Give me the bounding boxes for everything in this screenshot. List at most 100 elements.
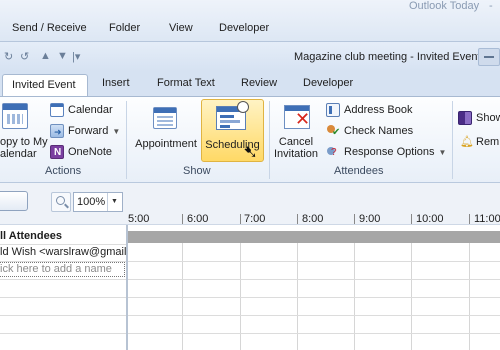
zoom-icon[interactable]	[51, 192, 71, 212]
undo-icon[interactable]: ↺	[20, 50, 29, 63]
time-label: 7:00	[244, 213, 266, 225]
actions-group-label: Actions	[45, 165, 82, 177]
onenote-icon: N	[50, 145, 64, 159]
time-label: 5:00	[128, 213, 150, 225]
all-attendees-busy-band	[128, 231, 500, 243]
show-as-icon	[458, 111, 472, 125]
row-divider	[0, 244, 127, 245]
check-names-button[interactable]: ✔ Check Names	[326, 122, 413, 140]
customize-toolbar-icon[interactable]: |▾	[72, 50, 80, 63]
zoom-select[interactable]: 100% ▼	[73, 192, 123, 212]
row-divider	[0, 315, 127, 316]
group-separator	[269, 101, 270, 179]
forward-dropdown-icon[interactable]: ▼	[112, 127, 120, 136]
calendar-icon	[50, 103, 64, 117]
address-book-icon	[326, 103, 340, 117]
time-label: 6:00	[187, 213, 209, 225]
tab-format-text[interactable]: Format Text	[157, 77, 215, 89]
copy-to-my-calendar-button[interactable]: opy to My alendar	[0, 136, 48, 160]
tab-invited-event-label: Invited Event	[12, 79, 76, 91]
tab-review[interactable]: Review	[241, 77, 277, 89]
previous-item-icon[interactable]: ▲	[40, 50, 51, 62]
attendee-pane-divider[interactable]	[126, 225, 128, 350]
mouse-cursor-icon: ➷	[243, 142, 259, 162]
cancel-invitation-line2: Invitation	[273, 148, 319, 160]
outer-window-bar: Outlook Today - Send / Receive Folder Vi…	[0, 0, 500, 42]
scheduling-icon	[216, 101, 249, 130]
show-as-label: Show	[476, 112, 500, 124]
tab-insert[interactable]: Insert	[102, 77, 130, 89]
ribbon-tab-bar: Invited Event Insert Format Text Review …	[0, 72, 500, 97]
outer-tab-developer[interactable]: Developer	[219, 22, 269, 34]
add-name-placeholder: ick here to add a name	[0, 263, 112, 275]
time-tick	[182, 214, 183, 224]
time-tick	[297, 214, 298, 224]
outer-tab-folder[interactable]: Folder	[109, 22, 140, 34]
reminder-bell-icon: 🔔︎	[460, 136, 474, 148]
response-options-icon: ?	[326, 145, 340, 159]
minimize-button[interactable]	[478, 48, 500, 66]
outer-tab-send-receive[interactable]: Send / Receive	[12, 22, 87, 34]
group-separator	[452, 101, 453, 179]
group-separator	[126, 101, 127, 179]
row-divider	[0, 297, 127, 298]
meeting-window: ↻ ↺ ▲ ▼ |▾ Magazine club meeting - Invit…	[0, 42, 500, 350]
onenote-label: OneNote	[68, 146, 113, 158]
tab-developer[interactable]: Developer	[303, 77, 353, 89]
time-tick	[354, 214, 355, 224]
outer-window-title: Outlook Today	[409, 0, 480, 12]
ribbon: opy to My alendar Calendar ➜ Forward ▼ N	[0, 96, 500, 183]
grid-row-line	[128, 315, 500, 316]
check-names-icon: ✔	[326, 124, 340, 138]
reminder-button[interactable]: 🔔︎ Rem	[458, 133, 499, 151]
row-divider	[0, 279, 127, 280]
forward-button[interactable]: ➜ Forward ▼	[50, 122, 120, 140]
calendar-button[interactable]: Calendar	[50, 101, 113, 119]
response-options-dropdown-icon[interactable]: ▼	[439, 148, 447, 157]
appointment-button[interactable]: Appointment	[131, 138, 201, 150]
appointment-label: Appointment	[135, 138, 197, 150]
outer-title-separator: -	[489, 0, 493, 12]
window-title: Magazine club meeting - Invited Event	[294, 51, 481, 63]
time-label: 10:00	[416, 213, 444, 225]
show-group-label: Show	[183, 165, 211, 177]
copy-to-calendar-icon	[2, 103, 28, 129]
calendar-label: Calendar	[68, 104, 113, 116]
copy-to-my-calendar-line2: alendar	[0, 148, 37, 160]
address-book-label: Address Book	[344, 104, 413, 116]
grid-row-line	[128, 261, 500, 262]
cancel-invitation-icon: ✕	[284, 105, 310, 129]
zoom-value: 100%	[77, 196, 106, 208]
scheduling-assistant: 100% ▼ 5:00 6:00 7:00 8:00 9:00 10:00 11…	[0, 183, 500, 350]
time-tick	[411, 214, 412, 224]
outer-tab-view[interactable]: View	[169, 22, 193, 34]
send-button-partial[interactable]	[0, 191, 28, 211]
grid-row-line	[128, 297, 500, 298]
time-tick	[469, 214, 470, 224]
time-label: 11:00	[474, 213, 500, 225]
check-names-label: Check Names	[344, 125, 414, 137]
address-book-button[interactable]: Address Book	[326, 101, 412, 119]
onenote-button[interactable]: N OneNote	[50, 143, 112, 161]
next-item-icon[interactable]: ▼	[57, 50, 68, 62]
grid-row-line	[128, 333, 500, 334]
redo-icon[interactable]: ↻	[4, 50, 13, 63]
cancel-invitation-button[interactable]: Cancel Invitation	[271, 136, 321, 160]
row-divider	[0, 333, 127, 334]
tab-invited-event[interactable]: Invited Event	[2, 74, 88, 97]
reminder-label: Rem	[476, 136, 500, 148]
scheduling-toolbar: 100% ▼ 5:00 6:00 7:00 8:00 9:00 10:00 11…	[0, 183, 500, 225]
forward-icon: ➜	[50, 124, 64, 138]
grid-row-line	[128, 279, 500, 280]
time-label: 8:00	[302, 213, 324, 225]
show-as-button[interactable]: Show	[458, 109, 500, 127]
quick-access-toolbar: ↻ ↺ ▲ ▼ |▾ Magazine club meeting - Invit…	[0, 42, 500, 72]
all-attendees-header: ll Attendees	[0, 230, 62, 242]
attendee-row[interactable]: ld Wish <warslraw@gmail.c	[0, 246, 126, 262]
time-tick	[240, 214, 241, 224]
response-options-button[interactable]: ? Response Options ▼	[326, 143, 446, 161]
zoom-dropdown-icon[interactable]: ▼	[111, 198, 118, 205]
copy-to-my-calendar-line1: opy to My	[0, 136, 48, 148]
time-label: 9:00	[359, 213, 381, 225]
forward-label: Forward	[68, 125, 109, 137]
